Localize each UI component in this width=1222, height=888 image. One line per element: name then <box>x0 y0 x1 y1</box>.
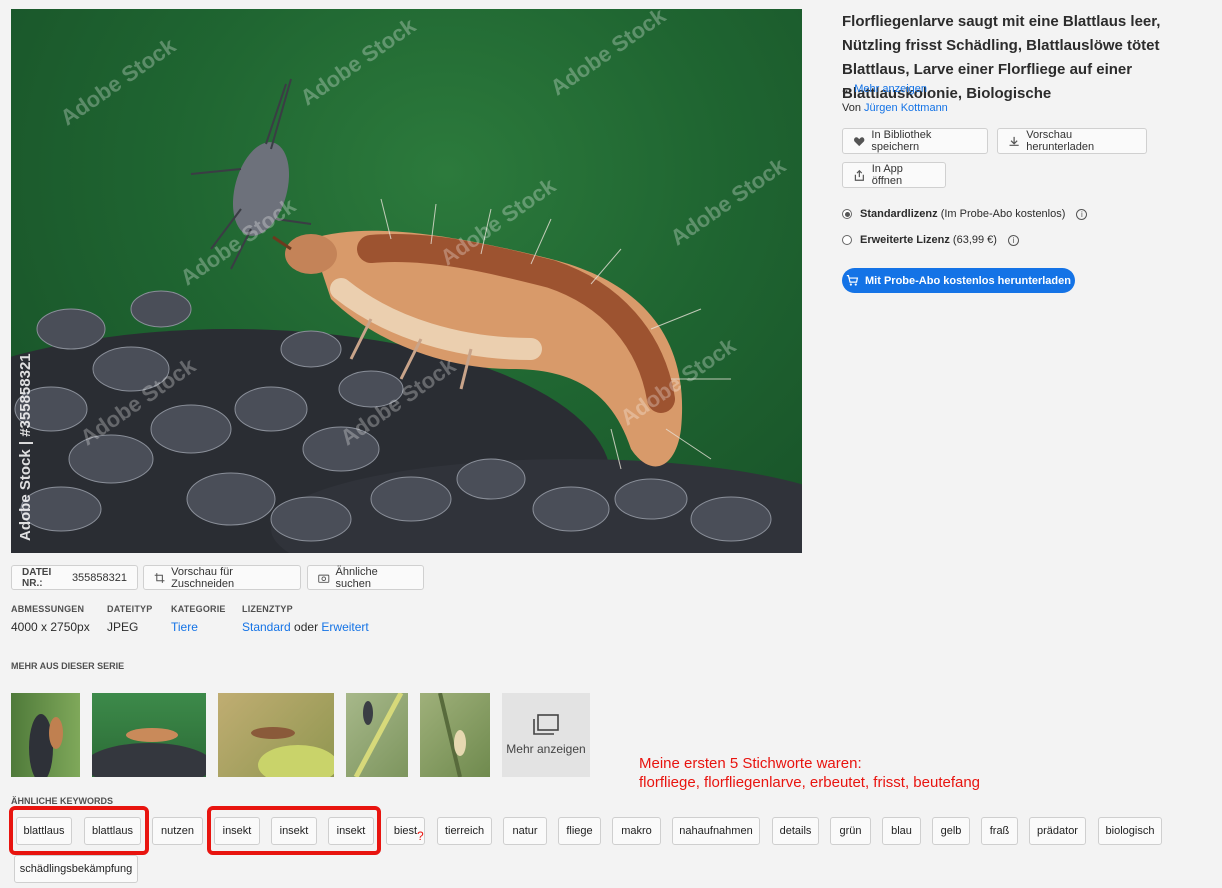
author-prefix: Von <box>842 102 861 114</box>
standard-license-label: Standardlizenz <box>860 208 938 220</box>
annotation-question-mark: ? <box>417 829 424 843</box>
filetype-value: JPEG <box>107 620 139 634</box>
download-trial-button[interactable]: Mit Probe-Abo kostenlos herunterladen <box>842 268 1075 293</box>
show-more-link[interactable]: Mehr anzeigen <box>854 83 927 95</box>
category-label: KATEGORIE <box>171 604 226 614</box>
keyword-tag[interactable]: blau <box>882 817 921 845</box>
crop-preview-button[interactable]: Vorschau für Zuschneiden <box>143 565 301 590</box>
side-watermark: Adobe Stock | #355858321 <box>17 353 34 541</box>
crop-icon <box>154 572 165 583</box>
image-illustration <box>11 78 802 553</box>
extended-license-option[interactable]: Erweiterte Lizenz (63,99 €) i <box>842 234 1019 246</box>
radio-unselected[interactable] <box>842 235 852 245</box>
licensetype-value: Standard oder Erweitert <box>242 620 369 634</box>
keyword-tag[interactable]: gelb <box>932 817 970 845</box>
open-in-app-button[interactable]: In App öffnen <box>842 162 946 188</box>
dimensions-label: ABMESSUNGEN <box>11 604 85 614</box>
annotation-line-1: Meine ersten 5 Stichworte waren: <box>639 755 862 772</box>
keyword-tag[interactable]: fraß <box>981 817 1018 845</box>
info-icon[interactable]: i <box>1076 208 1088 220</box>
author-link[interactable]: Jürgen Kottmann <box>864 102 948 114</box>
keyword-tag[interactable]: makro <box>612 817 661 845</box>
standard-license-option[interactable]: Standardlizenz (Im Probe-Abo kostenlos) … <box>842 208 1088 220</box>
keyword-tag[interactable]: biologisch <box>1098 817 1162 845</box>
extended-license-note: (63,99 €) <box>952 234 997 246</box>
title-ellipsis: ... <box>842 83 852 95</box>
thumbnail-art <box>438 693 466 777</box>
series-heading: MEHR AUS DIESER SERIE <box>11 661 125 671</box>
title-more: ... Mehr anzeigen <box>842 83 927 95</box>
share-icon <box>854 169 864 181</box>
radio-selected[interactable] <box>842 209 852 219</box>
keyword-tag[interactable]: prädator <box>1029 817 1086 845</box>
main-stock-image[interactable]: Adobe Stock Adobe Stock Adobe Stock Adob… <box>11 9 802 553</box>
thumbnail-art <box>29 714 63 777</box>
series-show-more-label: Mehr anzeigen <box>506 742 586 756</box>
license-or-text: oder <box>294 620 319 634</box>
thumbnail-art <box>353 693 404 777</box>
save-to-library-button[interactable]: In Bibliothek speichern <box>842 128 988 154</box>
cart-download-icon <box>846 275 859 286</box>
license-standard-link[interactable]: Standard <box>242 620 291 634</box>
series-thumbnail[interactable] <box>218 693 334 777</box>
download-preview-label: Vorschau herunterladen <box>1026 129 1095 153</box>
file-number-value: 355858321 <box>71 571 127 584</box>
series-thumbnail[interactable] <box>92 693 206 777</box>
heart-icon <box>854 136 865 146</box>
licensetype-label: LIZENZTYP <box>242 604 293 614</box>
series-show-more[interactable]: Mehr anzeigen <box>502 693 590 777</box>
keyword-tag[interactable]: grün <box>830 817 871 845</box>
keyword-tag[interactable]: nahaufnahmen <box>672 817 760 845</box>
series-thumbnail[interactable] <box>346 693 408 777</box>
dimensions-value: 4000 x 2750px <box>11 620 90 634</box>
keywords-heading: ÄHNLICHE KEYWORDS <box>11 796 114 806</box>
stack-icon <box>533 714 559 735</box>
thumbnail-art <box>92 728 206 777</box>
crop-preview-label: Vorschau für Zuschneiden <box>171 565 235 590</box>
author-line: Von Jürgen Kottmann <box>842 102 948 114</box>
series-thumbnail[interactable] <box>420 693 490 777</box>
license-extended-link[interactable]: Erweitert <box>321 620 368 634</box>
series-thumbnail[interactable] <box>11 693 80 777</box>
keyword-tag[interactable]: details <box>772 817 819 845</box>
download-icon <box>1009 136 1019 146</box>
filetype-label: DATEITYP <box>107 604 153 614</box>
category-link[interactable]: Tiere <box>171 620 198 634</box>
keyword-tag[interactable]: tierreich <box>437 817 492 845</box>
find-similar-label: Ähnliche suchen <box>335 565 378 590</box>
standard-license-note: (Im Probe-Abo kostenlos) <box>940 208 1066 220</box>
open-in-app-label: In App öffnen <box>871 163 903 187</box>
annotation-highlight-box <box>207 806 381 855</box>
file-number: DATEI NR.: 355858321 <box>11 565 138 590</box>
thumbnail-art <box>251 727 334 777</box>
annotation-line-2: florfliege, florfliegenlarve, erbeutet, … <box>639 774 981 791</box>
extended-license-label: Erweiterte Lizenz <box>860 234 950 246</box>
keyword-tag[interactable]: natur <box>503 817 547 845</box>
camera-icon <box>318 574 330 583</box>
file-number-label: DATEI NR.: <box>22 566 52 589</box>
category-value: Tiere <box>171 620 198 634</box>
download-trial-label: Mit Probe-Abo kostenlos herunterladen <box>865 274 1071 287</box>
save-to-library-label: In Bibliothek speichern <box>871 129 932 153</box>
find-similar-button[interactable]: Ähnliche suchen <box>307 565 424 590</box>
keyword-tag[interactable]: schädlingsbekämpfung <box>14 855 138 883</box>
keyword-tag[interactable]: fliege <box>558 817 601 845</box>
annotation-highlight-box <box>9 806 149 855</box>
annotation-note: Meine ersten 5 Stichworte waren: florfli… <box>639 754 980 792</box>
download-preview-button[interactable]: Vorschau herunterladen <box>997 128 1147 154</box>
info-icon[interactable]: i <box>1007 234 1019 246</box>
keyword-tag[interactable]: nutzen <box>152 817 203 845</box>
